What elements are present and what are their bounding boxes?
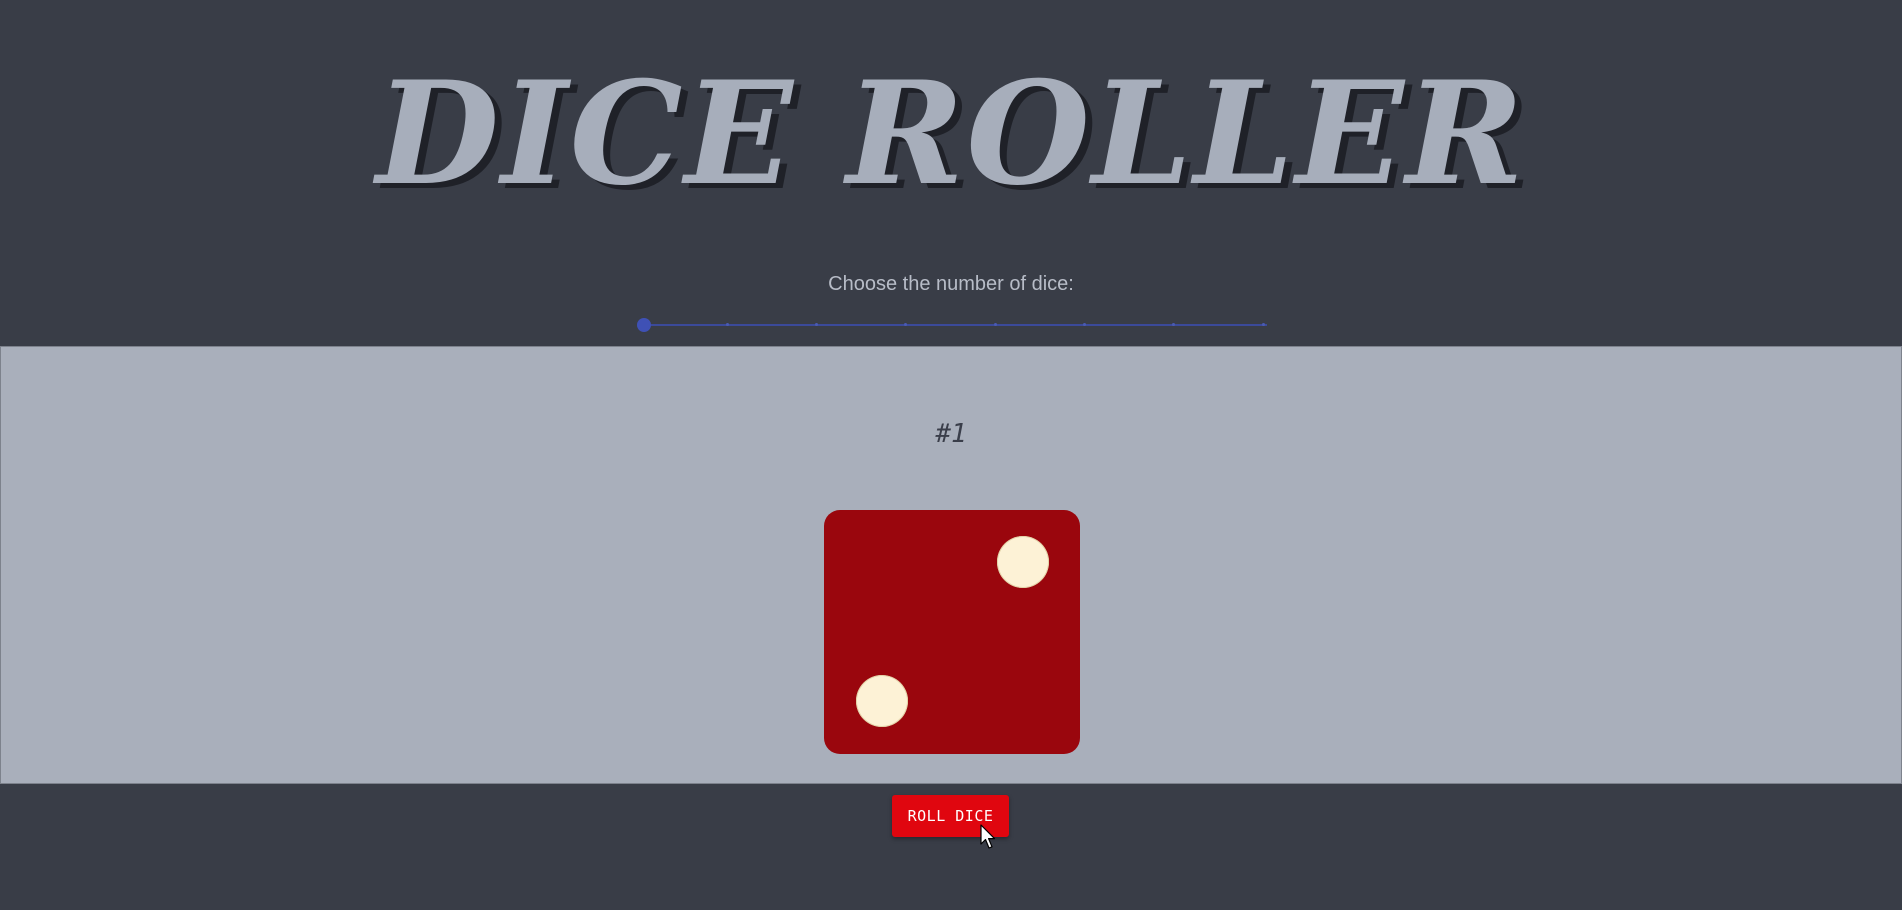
slider-tick bbox=[726, 323, 729, 326]
die-pip bbox=[856, 675, 908, 727]
slider-tick bbox=[904, 323, 907, 326]
die-pip bbox=[997, 536, 1049, 588]
page-title: DICE ROLLER bbox=[376, 51, 1526, 217]
dice-panel: #1 bbox=[0, 346, 1902, 784]
dice-count-prompt: Choose the number of dice: bbox=[828, 273, 1074, 295]
slider-tick bbox=[815, 323, 818, 326]
slider-thumb[interactable] bbox=[637, 318, 651, 332]
slider-tick bbox=[1262, 323, 1265, 326]
slider-tick bbox=[994, 323, 997, 326]
slider-tick bbox=[1172, 323, 1175, 326]
dice-label: #1 bbox=[935, 419, 967, 449]
roll-dice-button[interactable]: ROLL DICE bbox=[892, 795, 1009, 837]
dice-count-slider[interactable] bbox=[637, 314, 1267, 336]
die-face-two bbox=[824, 510, 1080, 754]
slider-tick bbox=[1083, 323, 1086, 326]
